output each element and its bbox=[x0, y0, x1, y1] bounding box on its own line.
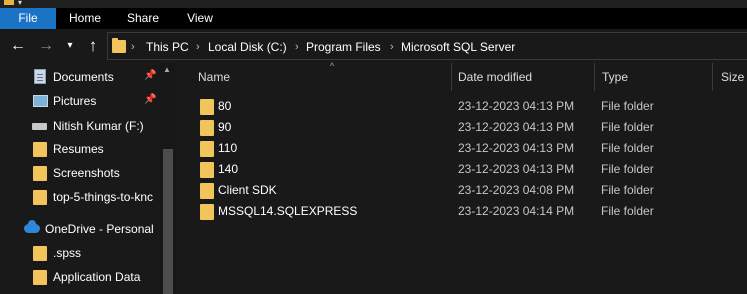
pin-icon[interactable]: 📌 bbox=[144, 70, 156, 81]
folder-icon bbox=[200, 183, 214, 199]
scrollbar-thumb[interactable] bbox=[163, 149, 173, 294]
column-label: Size bbox=[721, 70, 745, 84]
file-list: Name ^ Date modified Type Size 80 23-12-… bbox=[177, 61, 747, 294]
tab-share[interactable]: Share bbox=[114, 8, 172, 29]
folder-icon bbox=[200, 204, 214, 220]
chevron-down-icon[interactable]: ▾ bbox=[18, 0, 28, 7]
chevron-right-icon[interactable]: › bbox=[131, 39, 135, 55]
sidebar-item-spss[interactable]: .spss bbox=[0, 241, 160, 265]
folder-icon bbox=[112, 38, 126, 53]
column-label: Name bbox=[198, 70, 231, 84]
folder-icon bbox=[33, 246, 47, 261]
scroll-up-icon[interactable]: ▲ bbox=[163, 65, 171, 74]
sidebar-item-label: top-5-things-to-knc bbox=[53, 190, 154, 204]
column-header-size[interactable]: Size bbox=[713, 63, 747, 91]
breadcrumb-local-disk[interactable]: Local Disk (C:) bbox=[208, 39, 287, 55]
sidebar-item-application-data[interactable]: Application Data bbox=[0, 265, 160, 289]
file-name: 110 bbox=[218, 141, 238, 155]
table-row[interactable]: 110 23-12-2023 04:13 PM File folder bbox=[192, 138, 747, 159]
file-type: File folder bbox=[601, 162, 654, 176]
folder-icon bbox=[200, 141, 214, 157]
breadcrumb-this-pc[interactable]: This PC bbox=[146, 39, 189, 55]
file-type: File folder bbox=[601, 99, 654, 113]
file-date-modified: 23-12-2023 04:13 PM bbox=[458, 162, 575, 176]
address-bar[interactable]: › This PC › Local Disk (C:) › Program Fi… bbox=[107, 32, 747, 60]
column-label: Date modified bbox=[458, 70, 533, 84]
folder-icon bbox=[33, 190, 47, 205]
up-arrow-icon[interactable]: ↑ bbox=[84, 37, 102, 55]
table-row[interactable]: 140 23-12-2023 04:13 PM File folder bbox=[192, 159, 747, 180]
chevron-right-icon[interactable]: › bbox=[295, 39, 299, 55]
file-type: File folder bbox=[601, 183, 654, 197]
column-header-type[interactable]: Type bbox=[595, 63, 712, 91]
drive-icon bbox=[32, 123, 47, 130]
chevron-down-icon[interactable]: ▾ bbox=[63, 37, 77, 55]
folder-icon[interactable] bbox=[4, 0, 14, 5]
chevron-right-icon[interactable]: › bbox=[390, 39, 394, 55]
sidebar-item-resumes[interactable]: Resumes bbox=[0, 137, 160, 161]
sidebar-item-label: .spss bbox=[53, 246, 82, 260]
column-label: Type bbox=[602, 70, 629, 84]
sidebar-item-top-5-things[interactable]: top-5-things-to-knc bbox=[0, 185, 160, 209]
sidebar-scrollbar[interactable]: ▲ bbox=[160, 63, 176, 294]
sidebar-item-label: Screenshots bbox=[53, 166, 120, 180]
column-header-date-modified[interactable]: Date modified bbox=[452, 63, 594, 91]
folder-icon bbox=[33, 166, 47, 181]
file-name: Client SDK bbox=[218, 183, 277, 197]
chevron-right-icon[interactable]: › bbox=[196, 39, 200, 55]
sidebar-item-pictures[interactable]: Pictures 📌 bbox=[0, 89, 160, 113]
back-arrow-icon[interactable]: ← bbox=[8, 37, 28, 55]
navigation-bar: ← → ▾ ↑ › This PC › Local Disk (C:) › Pr… bbox=[0, 29, 747, 63]
column-header-name[interactable]: Name ^ bbox=[192, 61, 456, 91]
sidebar-item-documents[interactable]: Documents 📌 bbox=[0, 65, 160, 89]
pin-icon[interactable]: 📌 bbox=[144, 94, 156, 105]
sort-ascending-icon: ^ bbox=[330, 61, 335, 71]
navigation-pane: Documents 📌 Pictures 📌 Nitish Kumar (F:)… bbox=[0, 63, 176, 294]
table-row[interactable]: MSSQL14.SQLEXPRESS 23-12-2023 04:14 PM F… bbox=[192, 201, 747, 222]
sidebar-item-label: Nitish Kumar (F:) bbox=[53, 119, 144, 133]
file-date-modified: 23-12-2023 04:13 PM bbox=[458, 141, 575, 155]
file-type: File folder bbox=[601, 120, 654, 134]
file-date-modified: 23-12-2023 04:13 PM bbox=[458, 120, 575, 134]
tab-file[interactable]: File bbox=[0, 8, 56, 29]
folder-icon bbox=[33, 142, 47, 157]
breadcrumb-microsoft-sql-server[interactable]: Microsoft SQL Server bbox=[401, 39, 515, 55]
folder-icon bbox=[200, 162, 214, 178]
onedrive-cloud-icon bbox=[24, 220, 40, 233]
file-name: 90 bbox=[218, 120, 232, 134]
sidebar-item-drive-f[interactable]: Nitish Kumar (F:) bbox=[0, 114, 160, 138]
table-row[interactable]: 80 23-12-2023 04:13 PM File folder bbox=[192, 96, 747, 117]
file-name: 140 bbox=[218, 162, 239, 176]
breadcrumb-program-files[interactable]: Program Files bbox=[306, 39, 381, 55]
forward-arrow-icon[interactable]: → bbox=[36, 37, 56, 55]
folder-icon bbox=[33, 270, 47, 285]
sidebar-item-label: Application Data bbox=[53, 270, 141, 284]
folder-icon bbox=[200, 120, 214, 136]
pictures-icon bbox=[33, 95, 48, 107]
title-bar: ▾ bbox=[0, 0, 747, 8]
file-name: 80 bbox=[218, 99, 232, 113]
table-row[interactable]: Client SDK 23-12-2023 04:08 PM File fold… bbox=[192, 180, 747, 201]
documents-icon bbox=[34, 69, 46, 84]
ribbon-tabs: File Home Share View bbox=[0, 8, 747, 29]
folder-icon bbox=[200, 99, 214, 115]
file-date-modified: 23-12-2023 04:13 PM bbox=[458, 99, 575, 113]
tab-home[interactable]: Home bbox=[57, 8, 113, 29]
file-type: File folder bbox=[601, 204, 654, 218]
file-name: MSSQL14.SQLEXPRESS bbox=[218, 204, 358, 218]
sidebar-item-screenshots[interactable]: Screenshots bbox=[0, 161, 160, 185]
sidebar-item-label: OneDrive - Personal bbox=[45, 222, 153, 236]
tab-view[interactable]: View bbox=[173, 8, 227, 29]
file-date-modified: 23-12-2023 04:14 PM bbox=[458, 204, 575, 218]
file-type: File folder bbox=[601, 141, 654, 155]
table-row[interactable]: 90 23-12-2023 04:13 PM File folder bbox=[192, 117, 747, 138]
sidebar-item-label: Resumes bbox=[53, 142, 104, 156]
file-date-modified: 23-12-2023 04:08 PM bbox=[458, 183, 575, 197]
sidebar-item-onedrive[interactable]: OneDrive - Personal bbox=[0, 217, 160, 241]
